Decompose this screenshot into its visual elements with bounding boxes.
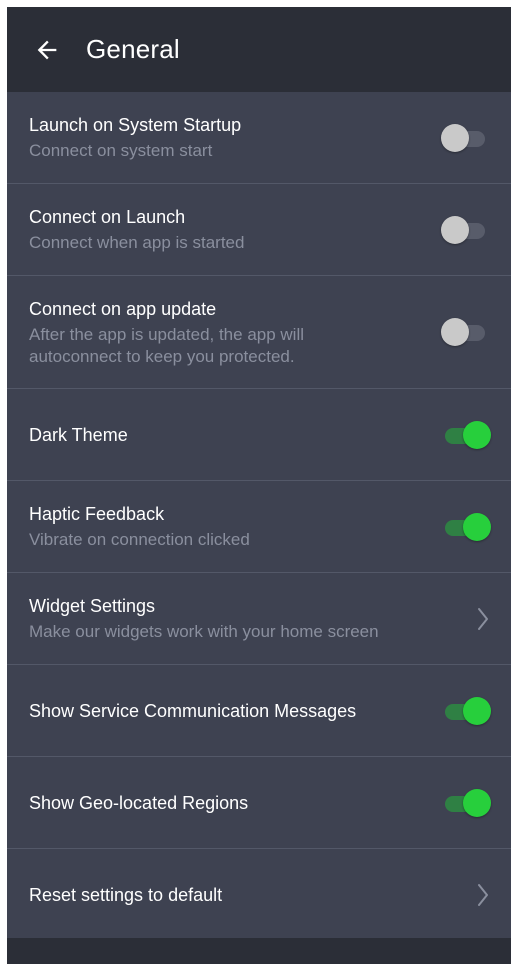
setting-title: Connect on Launch (29, 207, 186, 227)
dark-theme-toggle[interactable] (439, 420, 491, 450)
back-button[interactable] (24, 27, 70, 73)
setting-geo-located-regions[interactable]: Show Geo-located Regions (7, 757, 511, 849)
toggle-thumb (463, 420, 491, 449)
setting-title: Connect on app update (29, 298, 217, 319)
toggle-thumb (463, 512, 491, 541)
setting-title: Show Service Communication Messages (29, 700, 357, 721)
setting-launch-on-startup[interactable]: Launch on System Startup Connect on syst… (7, 92, 511, 184)
setting-text: Launch on System Startup Connect on syst… (29, 113, 427, 162)
chevron-right-icon (473, 604, 493, 634)
toggle-thumb (441, 318, 469, 346)
setting-connect-on-app-update[interactable]: Connect on app update After the app is u… (7, 276, 511, 389)
setting-title: Haptic Feedback (29, 504, 165, 524)
launch-on-startup-toggle[interactable] (439, 123, 489, 153)
connect-on-app-update-toggle[interactable] (439, 317, 489, 347)
setting-subtitle: Connect when app is started (29, 233, 245, 252)
setting-text: Reset settings to default (29, 883, 473, 907)
setting-service-communication-messages[interactable]: Show Service Communication Messages (7, 665, 511, 757)
setting-haptic-feedback[interactable]: Haptic Feedback Vibrate on connection cl… (7, 481, 511, 573)
toggle-thumb (463, 696, 491, 725)
app-bar: General (7, 7, 511, 92)
setting-title: Launch on System Startup (29, 115, 242, 135)
setting-text: Haptic Feedback Vibrate on connection cl… (29, 502, 427, 551)
setting-title: Widget Settings (29, 596, 156, 616)
setting-text: Connect on Launch Connect when app is st… (29, 205, 427, 254)
chevron-right-icon (473, 880, 493, 910)
setting-title: Reset settings to default (29, 885, 223, 905)
setting-subtitle: Vibrate on connection clicked (29, 530, 250, 549)
setting-text: Dark Theme (29, 423, 427, 447)
setting-dark-theme[interactable]: Dark Theme (7, 389, 511, 481)
toggle-thumb (441, 123, 469, 152)
page-title: General (86, 34, 180, 64)
setting-subtitle: Connect on system start (29, 141, 213, 160)
bottom-bar (7, 938, 511, 964)
setting-title: Dark Theme (29, 424, 128, 445)
setting-widget-settings[interactable]: Widget Settings Make our widgets work wi… (7, 573, 511, 665)
toggle-thumb (463, 788, 491, 817)
setting-connect-on-launch[interactable]: Connect on Launch Connect when app is st… (7, 184, 511, 276)
arrow-left-icon (37, 40, 57, 59)
setting-subtitle: After the app is updated, the app will a… (29, 324, 305, 366)
settings-list: Launch on System Startup Connect on syst… (7, 92, 511, 941)
haptic-feedback-toggle[interactable] (439, 512, 491, 542)
setting-reset-to-default[interactable]: Reset settings to default (7, 849, 511, 941)
toggle-thumb (441, 215, 469, 244)
setting-text: Connect on app update After the app is u… (29, 297, 427, 368)
settings-screen: General Launch on System Startup Connect… (7, 7, 511, 964)
setting-title: Show Geo-located Regions (29, 792, 249, 813)
setting-subtitle: Make our widgets work with your home scr… (29, 622, 379, 641)
setting-text: Show Service Communication Messages (29, 699, 427, 723)
connect-on-launch-toggle[interactable] (439, 215, 489, 245)
setting-text: Widget Settings Make our widgets work wi… (29, 594, 473, 643)
setting-text: Show Geo-located Regions (29, 791, 427, 815)
geo-located-regions-toggle[interactable] (439, 788, 491, 818)
service-messages-toggle[interactable] (439, 696, 491, 726)
